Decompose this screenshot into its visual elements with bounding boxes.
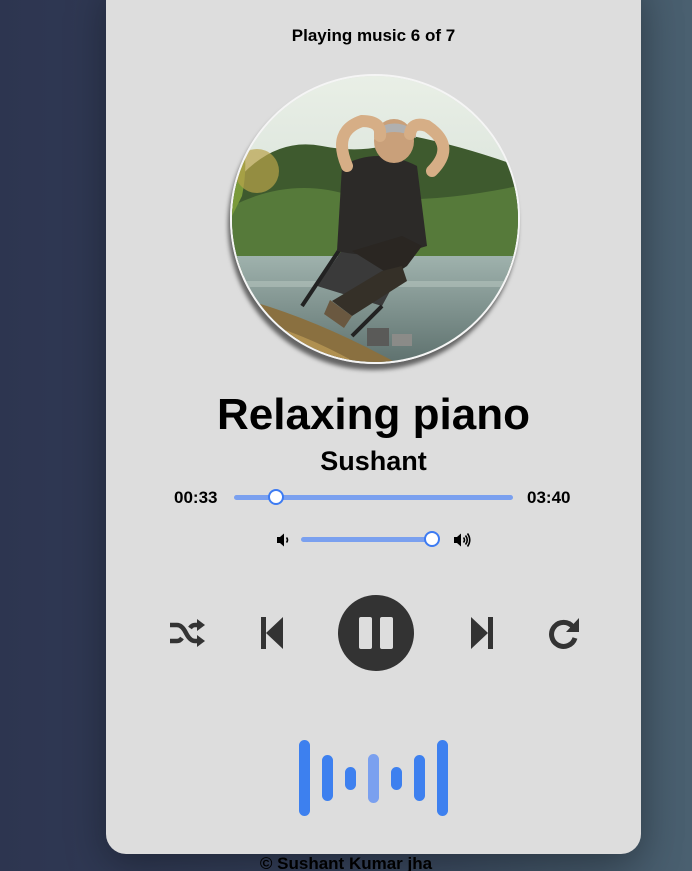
copyright-footer: © Sushant Kumar jha — [259, 854, 433, 871]
playing-status: Playing music 6 of 7 — [291, 26, 456, 45]
visualizer-bar — [437, 740, 448, 816]
visualizer-bar — [345, 766, 356, 790]
visualizer-bar — [414, 755, 425, 801]
visualizer-bar — [368, 753, 379, 803]
volume-down-icon[interactable] — [274, 530, 294, 550]
album-art — [230, 74, 520, 364]
progress-slider[interactable] — [234, 489, 513, 505]
total-time: 03:40 — [527, 488, 571, 507]
track-artist: Sushant — [320, 446, 427, 476]
current-time: 00:33 — [174, 488, 218, 507]
album-art-image — [232, 76, 518, 362]
volume-thumb[interactable] — [424, 531, 440, 547]
pause-icon — [359, 617, 393, 649]
visualizer-bar — [391, 766, 402, 790]
play-pause-button[interactable] — [338, 595, 414, 671]
skip-next-icon[interactable] — [470, 616, 494, 650]
music-player-card: Playing music 6 of 7 Relaxing piano Sush… — [106, 0, 641, 854]
volume-slider[interactable] — [301, 531, 440, 547]
visualizer-bar — [299, 740, 310, 816]
repeat-icon[interactable] — [546, 616, 582, 650]
volume-up-icon[interactable] — [452, 530, 472, 550]
visualizer-bar — [322, 755, 333, 801]
progress-thumb[interactable] — [267, 489, 284, 505]
shuffle-icon[interactable] — [168, 616, 206, 650]
audio-visualizer — [299, 740, 449, 820]
track-title: Relaxing piano — [217, 390, 530, 439]
skip-previous-icon[interactable] — [260, 616, 284, 650]
